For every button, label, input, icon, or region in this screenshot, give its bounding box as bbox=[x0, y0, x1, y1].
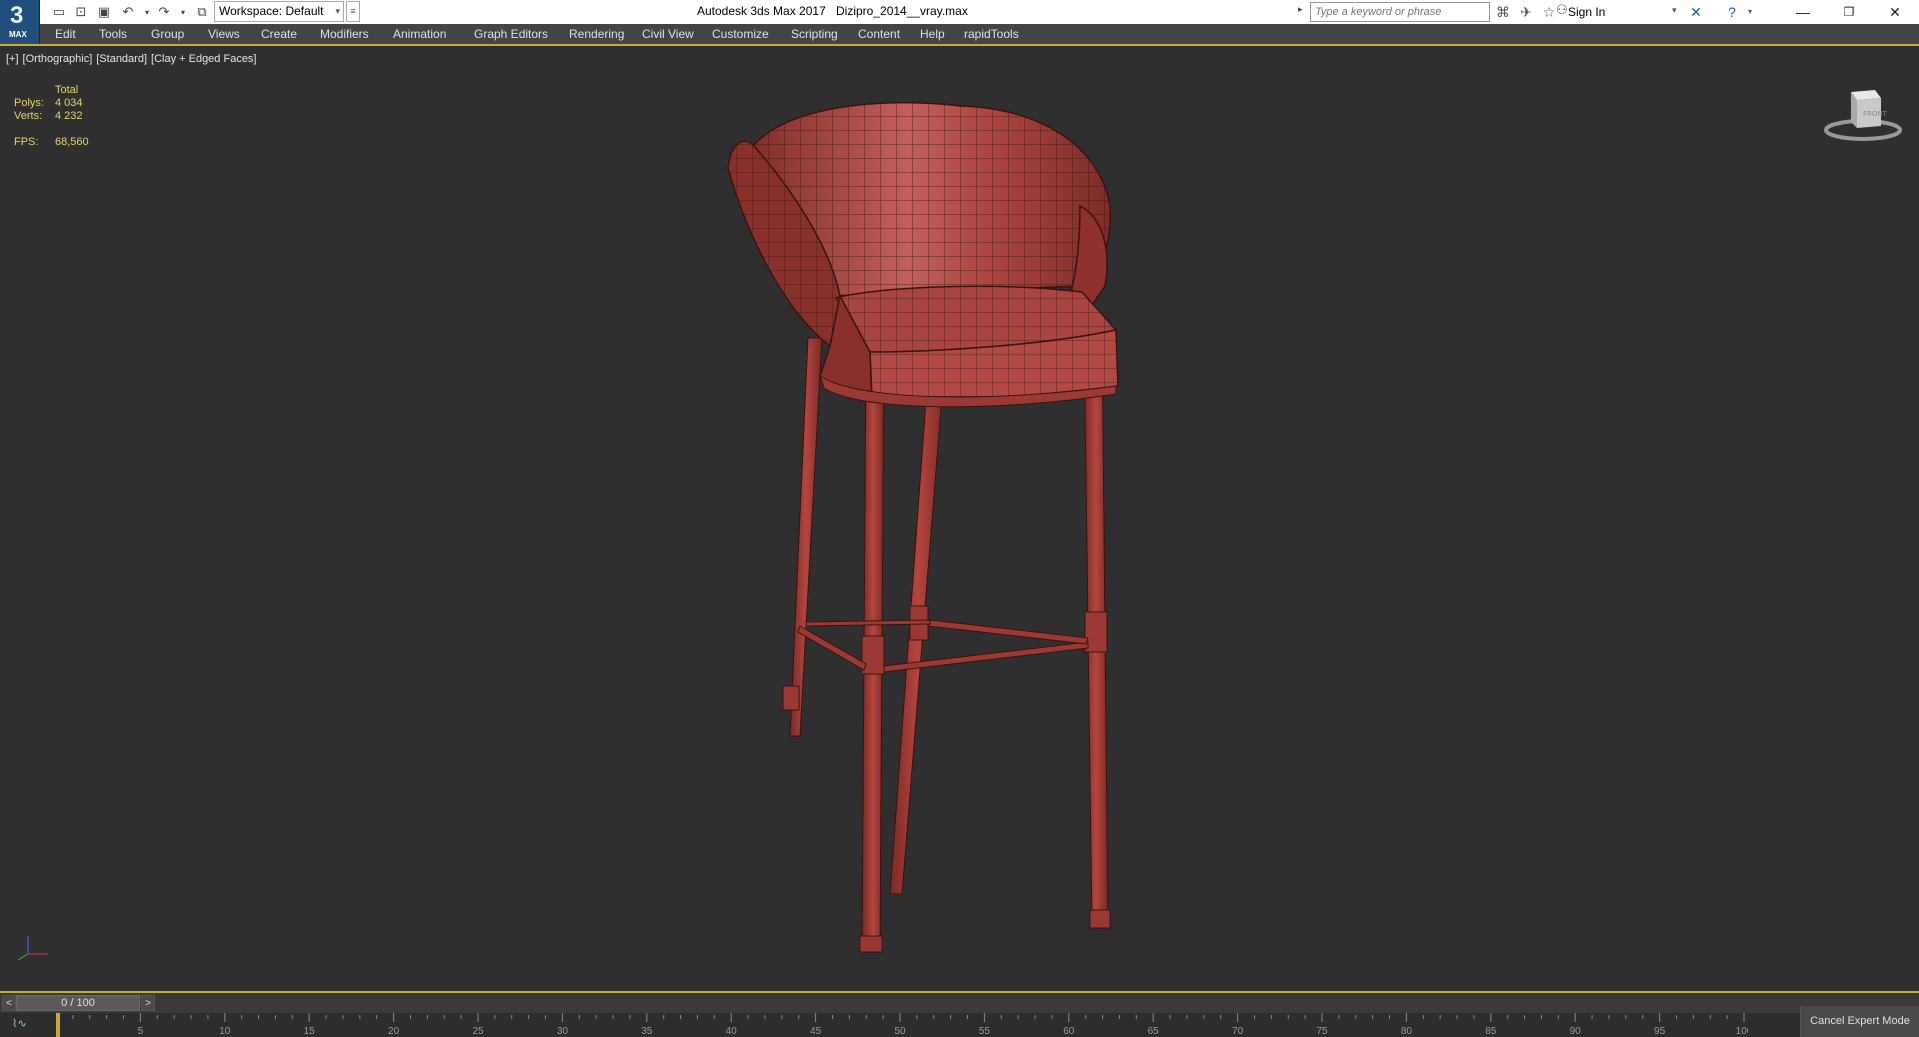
menu-rapidtools[interactable]: rapidTools bbox=[964, 27, 1019, 41]
menu-group[interactable]: Group bbox=[151, 27, 184, 41]
ruler-label: 60 bbox=[1063, 1026, 1075, 1037]
menu-animation[interactable]: Animation bbox=[393, 27, 446, 41]
menu-bar: Edit Tools Group Views Create Modifiers … bbox=[40, 24, 1919, 44]
cancel-expert-mode-button[interactable]: Cancel Expert Mode bbox=[1800, 1006, 1919, 1037]
front-left-leg bbox=[859, 345, 885, 953]
ruler-label: 75 bbox=[1316, 1026, 1328, 1037]
menu-content[interactable]: Content bbox=[858, 27, 900, 41]
perspective-viewport[interactable]: [+] [Orthographic] [Standard] [Clay + Edged… bbox=[0, 46, 1919, 991]
ruler-label: 95 bbox=[1654, 1026, 1666, 1037]
time-slider-prev-button[interactable]: < bbox=[2, 995, 16, 1011]
ruler-label: 70 bbox=[1232, 1026, 1244, 1037]
ruler-label: 50 bbox=[894, 1026, 906, 1037]
binoculars-icon[interactable]: ⌘ bbox=[1493, 3, 1513, 21]
current-frame-marker[interactable] bbox=[56, 1013, 60, 1037]
help-icon[interactable]: ? bbox=[1722, 3, 1742, 21]
ruler-label: 25 bbox=[472, 1026, 484, 1037]
workspace-label: Workspace: Default bbox=[219, 4, 324, 18]
frame-ruler[interactable]: 0510152025303540455055606570758085909510… bbox=[56, 1013, 1748, 1037]
footrest-stretchers bbox=[797, 619, 1089, 673]
front-right-leg bbox=[1083, 330, 1111, 929]
menu-views[interactable]: Views bbox=[208, 27, 240, 41]
time-slider-thumb[interactable]: 0 / 100 bbox=[16, 995, 140, 1011]
ruler-label: 35 bbox=[641, 1026, 653, 1037]
help-dropdown-icon[interactable]: ▾ bbox=[1740, 3, 1760, 21]
search-expand-icon[interactable]: ▸ bbox=[1298, 4, 1303, 15]
title-bar: ▭ ⊡ ▣ ↶ ▾ ↷ ▾ ⧉ Workspace: Default ▾ ≡ A… bbox=[0, 0, 1919, 24]
close-button[interactable]: ✕ bbox=[1872, 0, 1918, 24]
menu-customize[interactable]: Customize bbox=[712, 27, 769, 41]
menu-create[interactable]: Create bbox=[261, 27, 297, 41]
ruler-label: 15 bbox=[304, 1026, 316, 1037]
app-logo-sub: MAX bbox=[9, 30, 27, 39]
ruler-label: 10 bbox=[219, 1026, 231, 1037]
new-file-icon[interactable]: ▭ bbox=[48, 2, 70, 22]
ruler-label: 80 bbox=[1401, 1026, 1413, 1037]
search-input[interactable]: Type a keyword or phrase bbox=[1310, 2, 1490, 22]
ruler-label: 85 bbox=[1485, 1026, 1497, 1037]
menu-civil-view[interactable]: Civil View bbox=[642, 27, 694, 41]
minimize-button[interactable]: — bbox=[1780, 0, 1826, 24]
time-slider[interactable]: < 0 / 100 > bbox=[0, 991, 1919, 1013]
app-logo-glyph: 3 bbox=[10, 2, 24, 29]
file-name: Dizipro_2014__vray.max bbox=[836, 4, 968, 18]
quick-access-menu-icon[interactable]: ≡ bbox=[346, 1, 360, 22]
time-slider-next-button[interactable]: > bbox=[141, 995, 155, 1011]
app-logo-button[interactable]: 3 MAX bbox=[0, 0, 40, 44]
chevron-down-icon: ▾ bbox=[335, 6, 340, 16]
axis-tripod-icon bbox=[17, 936, 48, 961]
window-title: Autodesk 3ds Max 2017 bbox=[697, 4, 826, 18]
restore-button[interactable]: ❐ bbox=[1826, 0, 1872, 24]
menu-rendering[interactable]: Rendering bbox=[569, 27, 624, 41]
menu-edit[interactable]: Edit bbox=[55, 27, 76, 41]
communication-center-icon[interactable]: ✈ bbox=[1516, 3, 1536, 21]
ruler-label: 55 bbox=[979, 1026, 991, 1037]
ruler-label: 45 bbox=[810, 1026, 822, 1037]
ruler-label: 100 bbox=[1736, 1026, 1748, 1037]
curve-editor-icon[interactable]: ⌇∿ bbox=[12, 1017, 27, 1030]
ruler-label: 30 bbox=[557, 1026, 569, 1037]
ruler-label: 20 bbox=[388, 1026, 400, 1037]
back-left-leg bbox=[782, 337, 823, 737]
project-folder-icon[interactable]: ⧉ bbox=[191, 2, 213, 22]
track-bar[interactable]: ⌇∿ 0510152025303540455055606570758085909… bbox=[0, 1013, 1919, 1037]
ruler-label: 65 bbox=[1148, 1026, 1160, 1037]
ruler-label: 90 bbox=[1570, 1026, 1582, 1037]
sign-in-button[interactable]: Sign In bbox=[1568, 5, 1605, 19]
menu-help[interactable]: Help bbox=[920, 27, 945, 41]
exchange-apps-icon[interactable]: ✕ bbox=[1686, 3, 1706, 21]
user-icon[interactable]: ⚇ bbox=[1556, 2, 1568, 18]
menu-scripting[interactable]: Scripting bbox=[791, 27, 838, 41]
menu-graph-editors[interactable]: Graph Editors bbox=[474, 27, 548, 41]
ruler-label: 5 bbox=[138, 1026, 144, 1037]
workspace-select[interactable]: Workspace: Default ▾ bbox=[214, 1, 344, 22]
ruler-label: 40 bbox=[726, 1026, 738, 1037]
chevron-down-icon[interactable]: ▾ bbox=[1672, 5, 1677, 16]
save-file-icon[interactable]: ▣ bbox=[93, 2, 115, 22]
menu-tools[interactable]: Tools bbox=[99, 27, 127, 41]
menu-modifiers[interactable]: Modifiers bbox=[320, 27, 369, 41]
open-file-icon[interactable]: ⊡ bbox=[70, 2, 92, 22]
bar-stool-model[interactable] bbox=[0, 46, 1919, 991]
